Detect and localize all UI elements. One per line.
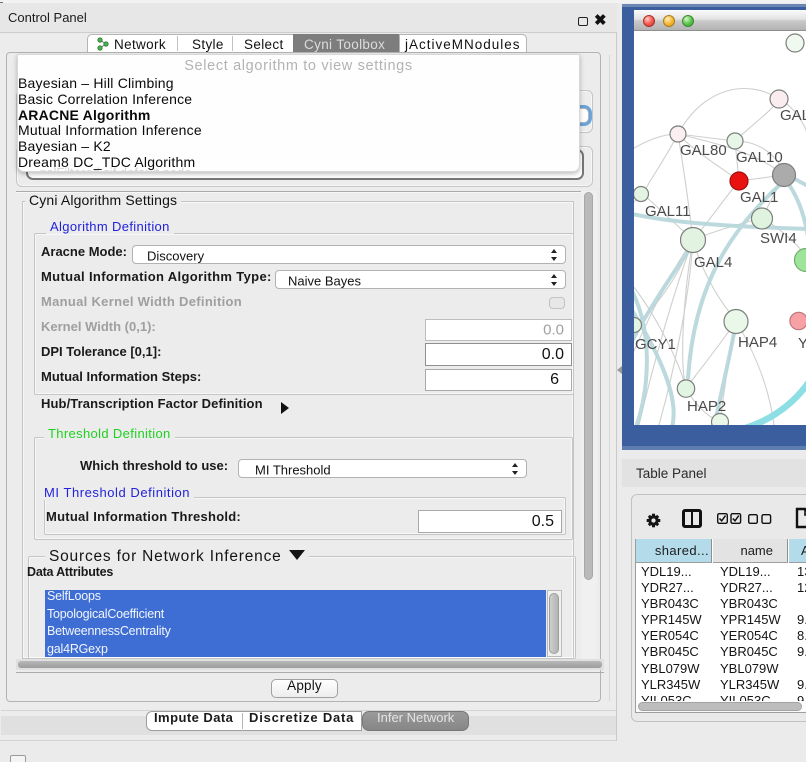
svg-text:GAL10: GAL10: [736, 149, 783, 166]
svg-text:HAP4: HAP4: [738, 334, 777, 351]
svg-text:GAL7: GAL7: [780, 107, 806, 124]
svg-text:GAL1: GAL1: [740, 189, 778, 206]
svg-text:GAL4: GAL4: [694, 254, 732, 271]
svg-text:SWI4: SWI4: [760, 230, 797, 247]
svg-text:GCY1: GCY1: [635, 336, 676, 353]
svg-text:GAL11: GAL11: [645, 203, 691, 220]
svg-text:GAL80: GAL80: [680, 142, 727, 159]
svg-text:HAP2: HAP2: [687, 398, 726, 415]
svg-text:Y: Y: [798, 335, 806, 352]
